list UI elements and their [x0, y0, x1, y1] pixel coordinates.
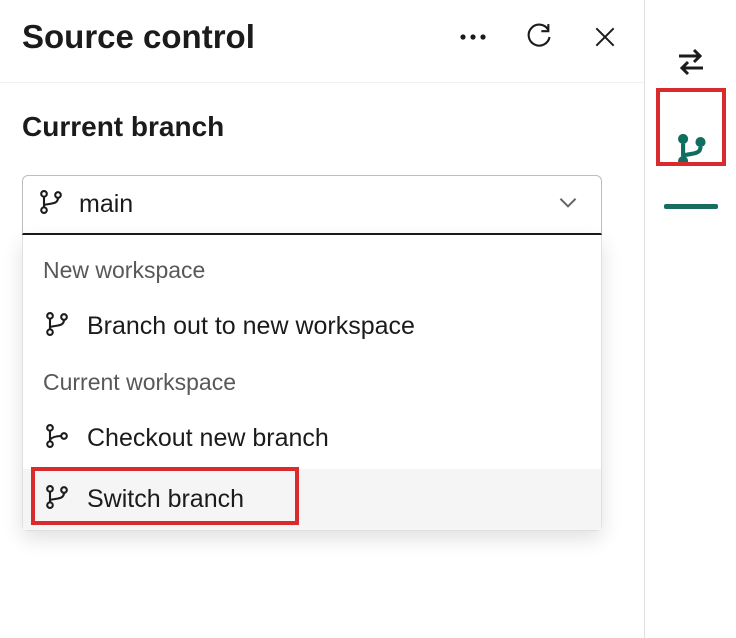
- ellipsis-icon: [459, 33, 487, 41]
- rail-active-indicator: [664, 204, 718, 209]
- more-options-button[interactable]: [458, 22, 488, 52]
- close-button[interactable]: [590, 22, 620, 52]
- menu-item-checkout[interactable]: Checkout new branch: [23, 408, 601, 469]
- source-control-panel: Source control: [0, 0, 644, 638]
- branch-dropdown: New workspace Branch out to new workspac…: [22, 235, 602, 531]
- rail-sync-button[interactable]: [659, 30, 723, 94]
- panel-title: Source control: [22, 18, 255, 56]
- menu-item-label: Switch branch: [87, 485, 244, 514]
- source-control-icon: [672, 131, 710, 169]
- panel-body: Current branch main: [0, 83, 644, 531]
- group-label-new-workspace: New workspace: [23, 245, 601, 296]
- branch-icon: [37, 188, 65, 221]
- branch-icon: [43, 483, 73, 516]
- branch-select-value: main: [79, 190, 555, 219]
- header-actions: [458, 22, 626, 52]
- chevron-down-icon: [555, 189, 581, 220]
- menu-item-label: Branch out to new workspace: [87, 312, 415, 341]
- group-label-current-workspace: Current workspace: [23, 357, 601, 408]
- refresh-button[interactable]: [524, 22, 554, 52]
- swap-arrows-icon: [673, 44, 709, 80]
- close-icon: [592, 24, 618, 50]
- current-branch-label: Current branch: [22, 111, 622, 143]
- menu-item-switch[interactable]: Switch branch: [23, 469, 601, 530]
- branch-icon: [43, 310, 73, 343]
- branch-select[interactable]: main: [22, 175, 602, 235]
- rail-source-control-button[interactable]: [659, 118, 723, 182]
- menu-item-label: Checkout new branch: [87, 424, 329, 453]
- refresh-icon: [525, 23, 553, 51]
- menu-item-branch-out[interactable]: Branch out to new workspace: [23, 296, 601, 357]
- panel-header: Source control: [0, 0, 644, 83]
- right-rail: [644, 0, 736, 638]
- checkout-branch-icon: [43, 422, 73, 455]
